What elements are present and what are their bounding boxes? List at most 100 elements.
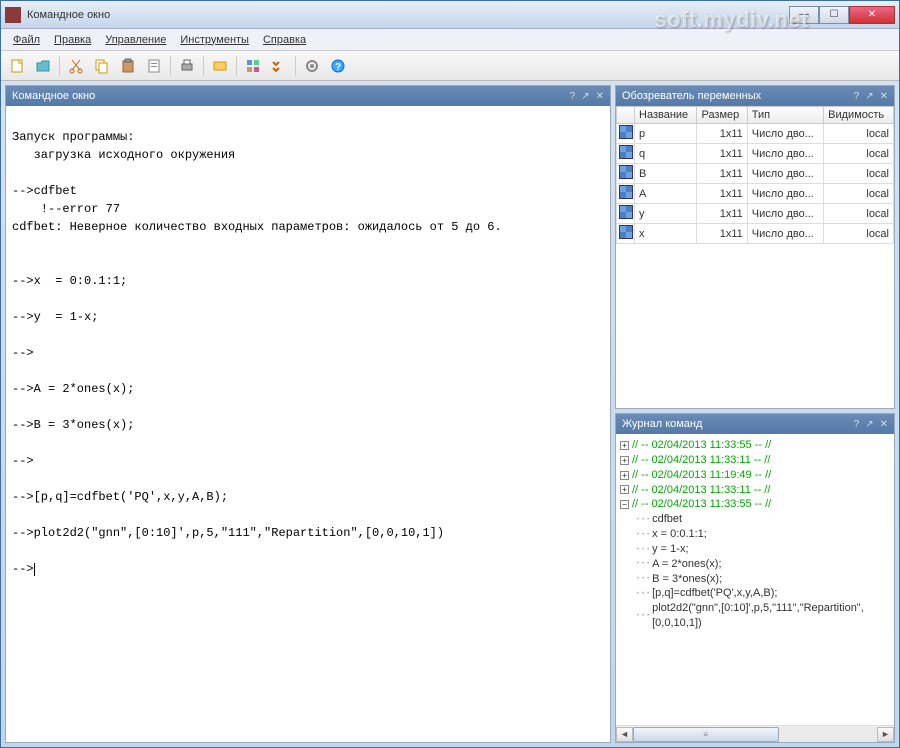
var-size: 1x11 xyxy=(697,124,747,144)
history-panel-header[interactable]: Журнал команд ? ↗ ✕ xyxy=(616,414,894,434)
table-row[interactable]: y1x11Число дво...local xyxy=(617,204,894,224)
history-timestamp[interactable]: −// -- 02/04/2013 11:33:55 -- // xyxy=(620,497,890,512)
separator-icon xyxy=(170,56,171,76)
expand-icon[interactable]: + xyxy=(620,456,629,465)
var-name: A xyxy=(635,184,697,204)
var-size: 1x11 xyxy=(697,144,747,164)
panel-undock-icon[interactable]: ↗ xyxy=(865,91,873,102)
var-type: Число дво... xyxy=(747,144,823,164)
panel-help-icon[interactable]: ? xyxy=(854,91,860,102)
menu-tools[interactable]: Инструменты xyxy=(174,32,255,48)
maximize-button[interactable]: ☐ xyxy=(819,6,849,24)
separator-icon xyxy=(236,56,237,76)
panel-close-icon[interactable]: ✕ xyxy=(880,419,888,430)
panel-close-icon[interactable]: ✕ xyxy=(880,91,888,102)
vars-col-name[interactable]: Название xyxy=(635,107,697,124)
vars-col-type[interactable]: Тип xyxy=(747,107,823,124)
table-row[interactable]: q1x11Число дво...local xyxy=(617,144,894,164)
cursor-icon xyxy=(34,563,35,576)
history-command[interactable]: ⋅⋅⋅[p,q]=cdfbet('PQ',x,y,A,B); xyxy=(620,586,890,601)
titlebar[interactable]: Командное окно — ☐ ✕ xyxy=(1,1,899,29)
variables-panel-title: Обозреватель переменных xyxy=(622,90,848,102)
scroll-left-icon[interactable]: ◄ xyxy=(616,727,633,742)
var-visibility: local xyxy=(824,184,894,204)
var-type: Число дво... xyxy=(747,124,823,144)
vars-col-size[interactable]: Размер xyxy=(697,107,747,124)
panel-help-icon[interactable]: ? xyxy=(854,419,860,430)
paste-icon[interactable] xyxy=(116,54,140,78)
matrix-icon xyxy=(617,204,635,224)
matrix-icon xyxy=(617,224,635,244)
gear-icon[interactable] xyxy=(300,54,324,78)
var-visibility: local xyxy=(824,224,894,244)
help-icon[interactable]: ? xyxy=(326,54,350,78)
separator-icon xyxy=(203,56,204,76)
app-window: Командное окно — ☐ ✕ soft.mydiv.net Файл… xyxy=(0,0,900,748)
variables-table: Название Размер Тип Видимость p1x11Число… xyxy=(616,106,894,244)
apps-icon[interactable] xyxy=(241,54,265,78)
app-icon xyxy=(5,7,21,23)
history-timestamp[interactable]: +// -- 02/04/2013 11:19:49 -- // xyxy=(620,468,890,483)
panel-undock-icon[interactable]: ↗ xyxy=(581,91,589,102)
table-row[interactable]: p1x11Число дво...local xyxy=(617,124,894,144)
print-icon[interactable] xyxy=(175,54,199,78)
history-timestamp[interactable]: +// -- 02/04/2013 11:33:55 -- // xyxy=(620,438,890,453)
close-button[interactable]: ✕ xyxy=(849,6,895,24)
history-command[interactable]: ⋅⋅⋅x = 0:0.1:1; xyxy=(620,527,890,542)
scroll-right-icon[interactable]: ► xyxy=(877,727,894,742)
horizontal-scrollbar[interactable]: ◄ ≡ ► xyxy=(616,725,894,742)
table-row[interactable]: x1x11Число дво...local xyxy=(617,224,894,244)
minimize-button[interactable]: — xyxy=(789,6,819,24)
module-icon[interactable] xyxy=(208,54,232,78)
menu-edit[interactable]: Правка xyxy=(48,32,97,48)
variables-table-wrap[interactable]: Название Размер Тип Видимость p1x11Число… xyxy=(616,106,894,408)
panel-help-icon[interactable]: ? xyxy=(570,91,576,102)
history-command[interactable]: ⋅⋅⋅A = 2*ones(x); xyxy=(620,557,890,572)
clipboard-icon[interactable] xyxy=(142,54,166,78)
console-panel-header[interactable]: Командное окно ? ↗ ✕ xyxy=(6,86,610,106)
history-timestamp[interactable]: +// -- 02/04/2013 11:33:11 -- // xyxy=(620,453,890,468)
menu-control[interactable]: Управление xyxy=(99,32,172,48)
menu-file[interactable]: Файл xyxy=(7,32,46,48)
history-command[interactable]: ⋅⋅⋅B = 3*ones(x); xyxy=(620,572,890,587)
cut-icon[interactable] xyxy=(64,54,88,78)
tree-branch-icon: ⋅⋅⋅ xyxy=(620,513,650,527)
expand-icon[interactable]: + xyxy=(620,441,629,450)
history-tree[interactable]: +// -- 02/04/2013 11:33:55 -- //+// -- 0… xyxy=(616,434,894,725)
prefs-icon[interactable] xyxy=(267,54,291,78)
new-file-icon[interactable] xyxy=(5,54,29,78)
vars-col-visibility[interactable]: Видимость xyxy=(824,107,894,124)
expand-icon[interactable]: + xyxy=(620,485,629,494)
console-panel-title: Командное окно xyxy=(12,90,564,102)
menu-help[interactable]: Справка xyxy=(257,32,312,48)
scroll-track[interactable]: ≡ xyxy=(633,727,877,742)
panel-close-icon[interactable]: ✕ xyxy=(596,91,604,102)
var-size: 1x11 xyxy=(697,164,747,184)
history-timestamp[interactable]: +// -- 02/04/2013 11:33:11 -- // xyxy=(620,483,890,498)
var-name: p xyxy=(635,124,697,144)
console-output[interactable]: Запуск программы: загрузка исходного окр… xyxy=(6,106,610,742)
tree-branch-icon: ⋅⋅⋅ xyxy=(620,528,650,542)
history-command[interactable]: ⋅⋅⋅cdfbet xyxy=(620,512,890,527)
variables-panel-header[interactable]: Обозреватель переменных ? ↗ ✕ xyxy=(616,86,894,106)
var-visibility: local xyxy=(824,124,894,144)
copy-icon[interactable] xyxy=(90,54,114,78)
matrix-icon xyxy=(617,164,635,184)
table-row[interactable]: B1x11Число дво...local xyxy=(617,164,894,184)
collapse-icon[interactable]: − xyxy=(620,500,629,509)
expand-icon[interactable]: + xyxy=(620,471,629,480)
tree-branch-icon: ⋅⋅⋅ xyxy=(620,587,650,601)
separator-icon xyxy=(295,56,296,76)
var-visibility: local xyxy=(824,144,894,164)
vars-col-icon[interactable] xyxy=(617,107,635,124)
scroll-thumb[interactable]: ≡ xyxy=(633,727,779,742)
matrix-icon xyxy=(617,124,635,144)
table-row[interactable]: A1x11Число дво...local xyxy=(617,184,894,204)
panel-undock-icon[interactable]: ↗ xyxy=(865,419,873,430)
history-panel-title: Журнал команд xyxy=(622,418,848,430)
var-size: 1x11 xyxy=(697,204,747,224)
history-command[interactable]: ⋅⋅⋅plot2d2("gnn",[0:10]',p,5,"111","Repa… xyxy=(620,601,890,631)
history-command[interactable]: ⋅⋅⋅y = 1-x; xyxy=(620,542,890,557)
var-name: B xyxy=(635,164,697,184)
open-icon[interactable] xyxy=(31,54,55,78)
